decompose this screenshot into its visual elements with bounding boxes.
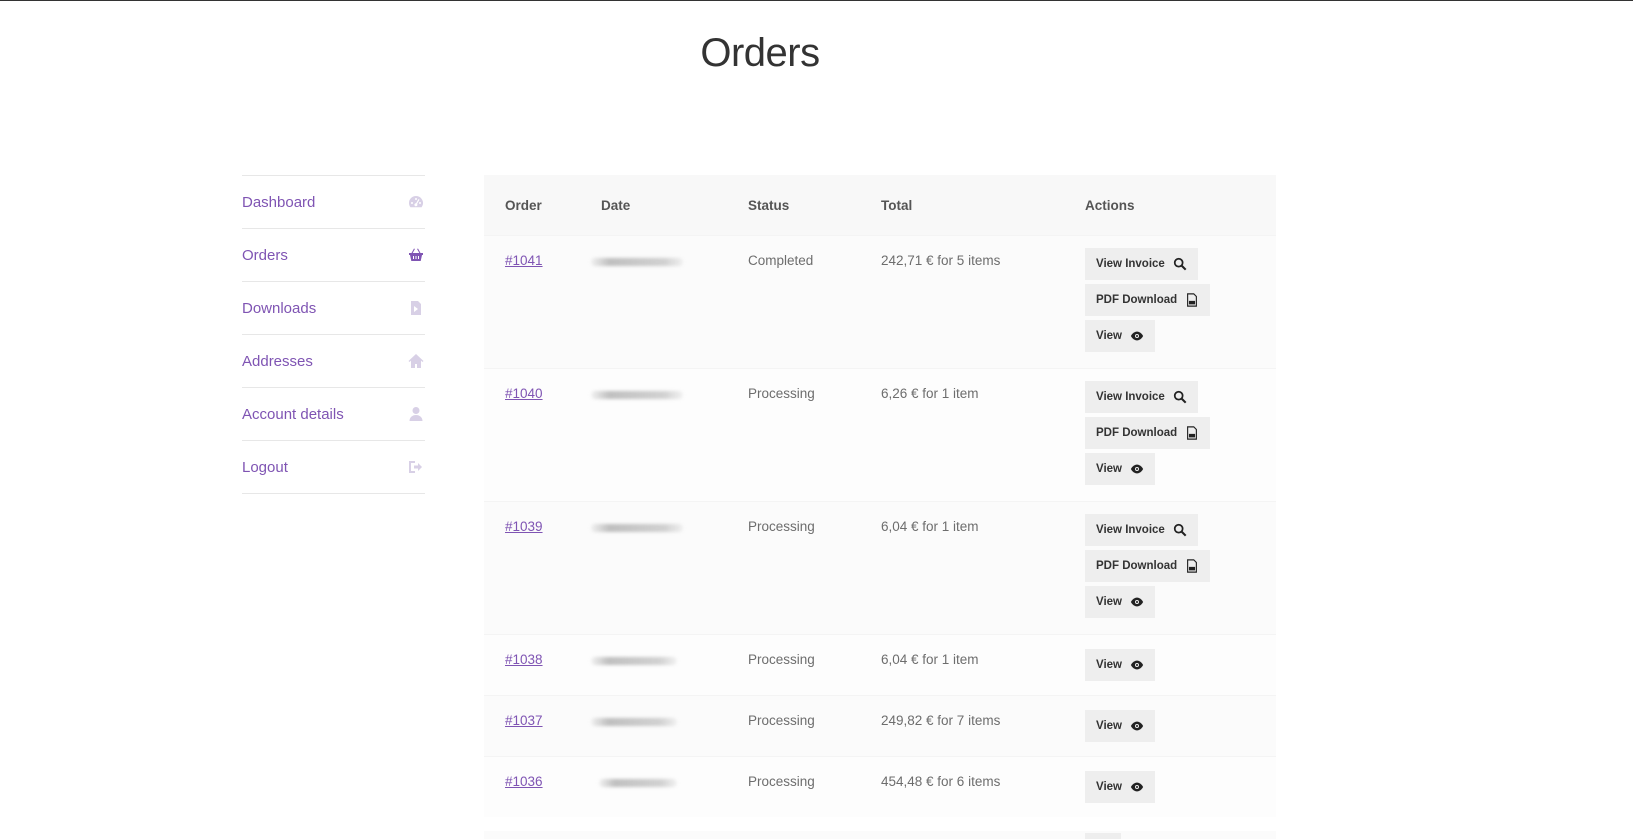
pdf-file-icon	[1187, 559, 1198, 573]
file-icon	[407, 299, 425, 317]
sidebar-item-addresses[interactable]: Addresses	[242, 335, 425, 388]
eye-icon	[1130, 331, 1144, 341]
pdf-download-button[interactable]: PDF Download	[1085, 284, 1211, 316]
header-total: Total	[881, 197, 913, 213]
eye-icon	[1130, 464, 1144, 474]
order-status: Processing	[748, 519, 815, 534]
table-row: #1036 Processing 454,48 € for 6 items Vi…	[484, 756, 1276, 817]
sidebar-item-logout[interactable]: Logout	[242, 441, 425, 494]
eye-icon	[1130, 660, 1144, 670]
order-date-redacted	[591, 386, 683, 402]
order-date-redacted	[591, 713, 677, 729]
view-button[interactable]: View	[1085, 649, 1155, 681]
sidebar-item-label: Account details	[242, 405, 344, 423]
view-invoice-button[interactable]: View Invoice	[1085, 248, 1198, 280]
order-status: Completed	[748, 253, 814, 268]
order-total: 242,71 € for 5 items	[881, 253, 1001, 268]
magnifier-icon	[1173, 257, 1187, 271]
pdf-download-label: PDF Download	[1096, 560, 1178, 572]
order-date-redacted	[591, 253, 683, 269]
pdf-download-label: PDF Download	[1096, 427, 1178, 439]
order-number-link[interactable]: #1037	[505, 713, 543, 728]
sidebar-item-label: Downloads	[242, 299, 317, 317]
dashboard-icon	[407, 193, 425, 211]
order-number-link[interactable]: #1038	[505, 652, 543, 667]
order-number-link[interactable]: #1041	[505, 253, 543, 268]
view-button[interactable]: View	[1085, 771, 1155, 803]
table-header: Order Date Status Total Actions	[484, 175, 1276, 235]
header-status: Status	[748, 197, 790, 213]
order-total: 6,04 € for 1 item	[881, 652, 979, 667]
sidebar-item-label: Addresses	[242, 352, 313, 370]
order-status: Processing	[748, 652, 815, 667]
view-button[interactable]: View	[1085, 586, 1155, 618]
view-label: View	[1096, 463, 1122, 475]
view-button[interactable]: View	[1085, 320, 1155, 352]
header-date: Date	[601, 197, 631, 213]
basket-icon	[407, 246, 425, 264]
sidebar-item-label: Logout	[242, 458, 288, 476]
sign-out-icon	[407, 458, 425, 476]
view-button[interactable]: View	[1085, 453, 1155, 485]
order-number-link[interactable]: #1040	[505, 386, 543, 401]
eye-icon	[1130, 721, 1144, 731]
pdf-file-icon	[1187, 293, 1198, 307]
eye-icon	[1130, 597, 1144, 607]
user-icon	[407, 405, 425, 423]
order-total: 6,26 € for 1 item	[881, 386, 979, 401]
view-label: View	[1096, 330, 1122, 342]
view-button-partial[interactable]	[1085, 833, 1121, 839]
order-status: Processing	[748, 386, 815, 401]
page-title: Orders	[700, 31, 820, 75]
order-date-redacted	[591, 652, 677, 668]
pdf-download-button[interactable]: PDF Download	[1085, 550, 1211, 582]
order-total: 249,82 € for 7 items	[881, 713, 1001, 728]
order-total: 6,04 € for 1 item	[881, 519, 979, 534]
order-number-link[interactable]: #1036	[505, 774, 543, 789]
table-row: #1039 Processing 6,04 € for 1 item View …	[484, 501, 1276, 634]
sidebar-item-label: Orders	[242, 246, 288, 264]
home-icon	[407, 352, 425, 370]
view-invoice-label: View Invoice	[1096, 258, 1165, 270]
order-date-redacted	[599, 774, 677, 790]
view-label: View	[1096, 659, 1122, 671]
sidebar-item-account-details[interactable]: Account details	[242, 388, 425, 441]
order-status: Processing	[748, 713, 815, 728]
order-number-link[interactable]: #1039	[505, 519, 543, 534]
magnifier-icon	[1173, 390, 1187, 404]
eye-icon	[1130, 782, 1144, 792]
pdf-file-icon	[1187, 426, 1198, 440]
view-label: View	[1096, 596, 1122, 608]
sidebar-item-label: Dashboard	[242, 193, 316, 211]
order-date-redacted	[591, 519, 683, 535]
orders-table: Order Date Status Total Actions #1041 Co…	[484, 175, 1276, 817]
pdf-download-label: PDF Download	[1096, 294, 1178, 306]
view-invoice-label: View Invoice	[1096, 524, 1165, 536]
table-row: #1041 Completed 242,71 € for 5 items Vie…	[484, 235, 1276, 368]
pdf-download-button[interactable]: PDF Download	[1085, 417, 1211, 449]
order-total: 454,48 € for 6 items	[881, 774, 1001, 789]
view-label: View	[1096, 720, 1122, 732]
view-invoice-button[interactable]: View Invoice	[1085, 514, 1198, 546]
account-navigation: Dashboard Orders Downloads Addresses Acc…	[242, 175, 425, 494]
order-status: Processing	[748, 774, 815, 789]
view-button[interactable]: View	[1085, 710, 1155, 742]
view-label: View	[1096, 781, 1122, 793]
table-row: #1040 Processing 6,26 € for 1 item View …	[484, 368, 1276, 501]
table-row: #1037 Processing 249,82 € for 7 items Vi…	[484, 695, 1276, 756]
magnifier-icon	[1173, 523, 1187, 537]
sidebar-item-downloads[interactable]: Downloads	[242, 282, 425, 335]
sidebar-item-orders[interactable]: Orders	[242, 229, 425, 282]
sidebar-item-dashboard[interactable]: Dashboard	[242, 176, 425, 229]
header-order: Order	[505, 197, 542, 213]
view-invoice-label: View Invoice	[1096, 391, 1165, 403]
header-actions: Actions	[1085, 197, 1135, 213]
table-row: #1038 Processing 6,04 € for 1 item View	[484, 634, 1276, 695]
view-invoice-button[interactable]: View Invoice	[1085, 381, 1198, 413]
